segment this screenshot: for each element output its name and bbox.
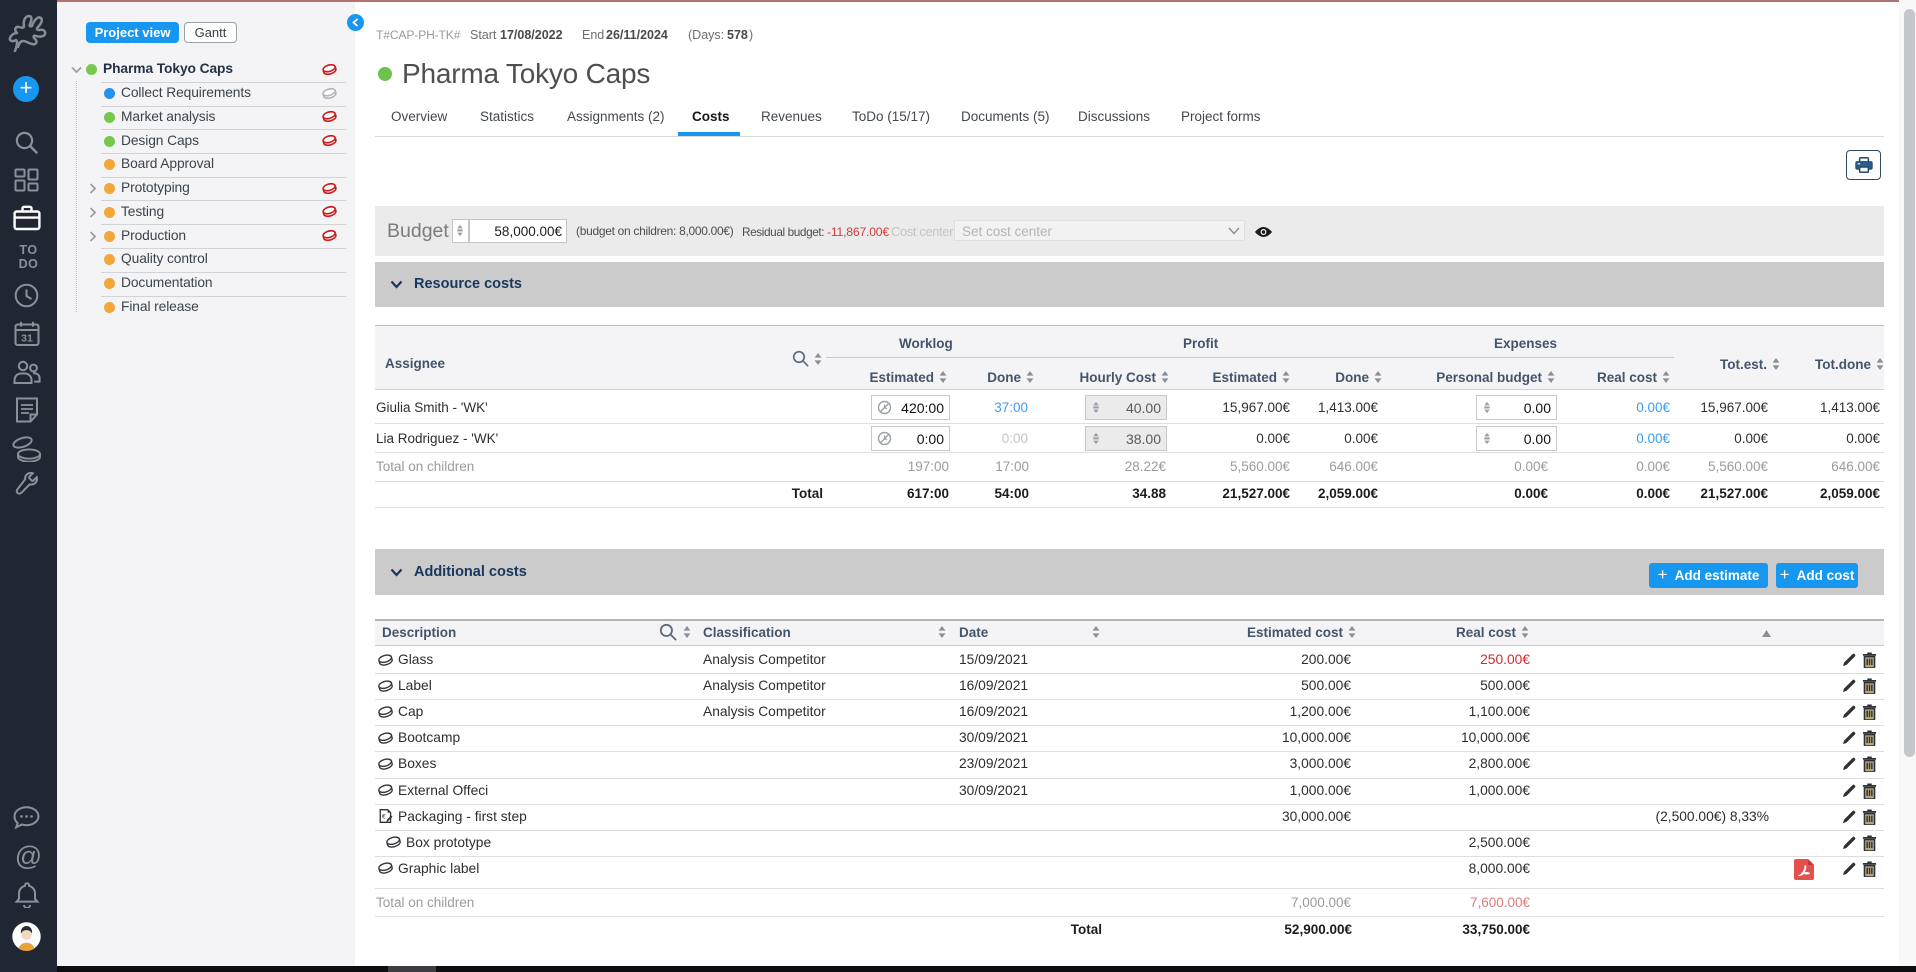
svg-text:31: 31 [21,333,33,345]
